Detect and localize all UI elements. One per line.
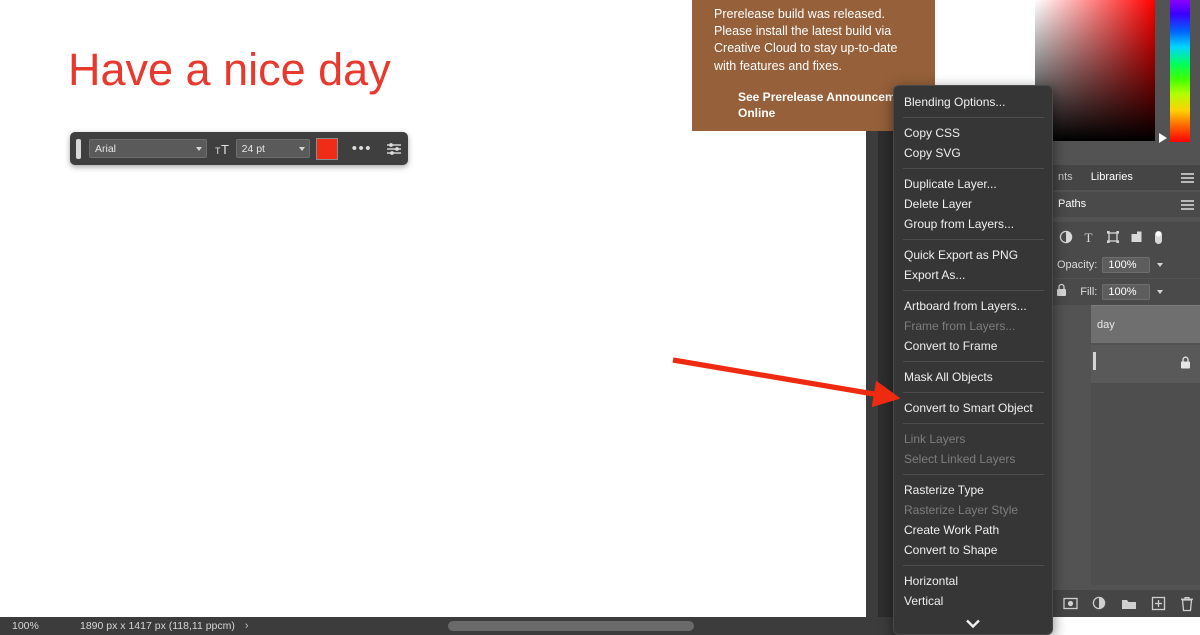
hud-drag-handle[interactable] — [76, 138, 81, 159]
document-dimensions: 1890 px x 1417 px (118,11 ppcm) — [80, 620, 235, 632]
menu-item-rasterize-layer-style: Rasterize Layer Style — [904, 503, 1019, 517]
chevron-down-icon[interactable] — [894, 612, 1052, 634]
opacity-row[interactable]: Opacity: 100% — [1049, 252, 1200, 278]
chevron-down-icon — [195, 146, 202, 151]
chevron-down-icon[interactable] — [1157, 263, 1164, 267]
chevron-right-icon[interactable]: › — [245, 620, 249, 632]
new-layer-icon[interactable] — [1151, 596, 1166, 611]
horizontal-scrollbar-thumb[interactable] — [448, 621, 694, 631]
tab-paths[interactable]: Paths — [1049, 192, 1095, 217]
prerelease-body: Prerelease build was released. Please in… — [714, 7, 898, 73]
chevron-down-icon — [298, 146, 305, 151]
fill-label: Fill: — [1080, 286, 1098, 298]
menu-item-blending-options[interactable]: Blending Options... — [894, 92, 1052, 112]
opacity-value[interactable]: 100% — [1102, 257, 1151, 273]
menu-item-export-as[interactable]: Export As... — [894, 265, 1052, 285]
layer-filter-row[interactable]: T — [1049, 222, 1200, 252]
menu-item-artboard-from-layers[interactable]: Artboard from Layers... — [894, 296, 1052, 316]
menu-item-select-linked-layers: Select Linked Layers — [904, 452, 1016, 466]
new-group-icon[interactable] — [1121, 597, 1137, 611]
right-panel-column: nts Libraries Paths T Opacity: 100% Lock… — [1035, 0, 1200, 617]
layer-context-menu[interactable]: Blending Options... Copy CSS Copy SVG Dupli… — [893, 85, 1053, 635]
font-family-select[interactable]: Arial — [89, 139, 207, 158]
svg-text:T: T — [1085, 230, 1093, 244]
hue-slider-handle-icon[interactable] — [1159, 133, 1167, 143]
menu-separator — [903, 565, 1044, 566]
layer-mask-icon[interactable] — [1063, 596, 1078, 611]
panel-tabbar-top[interactable]: nts Libraries — [1049, 165, 1200, 190]
zoom-level[interactable]: 100% — [12, 620, 70, 632]
menu-item-convert-to-frame[interactable]: Convert to Frame — [894, 336, 1052, 356]
shape-icon[interactable] — [1106, 230, 1120, 244]
menu-separator — [903, 392, 1044, 393]
tab-libraries[interactable]: Libraries — [1082, 165, 1142, 190]
fill-value[interactable]: 100% — [1102, 284, 1151, 300]
adjustment-icon[interactable] — [1059, 230, 1073, 244]
layer-row[interactable]: day — [1091, 305, 1200, 343]
menu-item-horizontal[interactable]: Horizontal — [894, 571, 1052, 591]
layers-panel-footer[interactable] — [1049, 590, 1200, 617]
font-size-value: 24 pt — [241, 142, 265, 155]
menu-item-frame-from-layers: Frame from Layers... — [904, 319, 1016, 333]
lock-all-icon[interactable] — [1055, 283, 1068, 302]
menu-separator — [903, 239, 1044, 240]
text-color-swatch[interactable] — [315, 137, 338, 160]
layer-name: day — [1097, 318, 1115, 331]
panel-menu-icon[interactable] — [1181, 199, 1194, 210]
hue-slider[interactable] — [1170, 0, 1190, 142]
chevron-down-icon[interactable] — [1157, 290, 1164, 294]
text-tool-hud[interactable]: Arial T T 24 pt ••• — [70, 132, 408, 165]
layer-row[interactable] — [1091, 345, 1200, 383]
layer-thumbnail — [1093, 352, 1096, 370]
menu-item-delete-layer[interactable]: Delete Layer — [894, 194, 1052, 214]
type-icon[interactable]: T — [1083, 230, 1096, 244]
menu-item-mask-all-objects[interactable]: Mask All Objects — [894, 367, 1052, 387]
menu-item-copy-svg[interactable]: Copy SVG — [894, 143, 1052, 163]
font-size-icon-svg: T T — [215, 142, 229, 156]
fill-row[interactable]: Lock Fill: 100% — [1049, 279, 1200, 305]
adjustment-layer-icon[interactable] — [1092, 596, 1107, 611]
menu-item-link-layers: Link Layers — [904, 432, 966, 446]
svg-text:T: T — [221, 142, 229, 156]
menu-item-quick-export-as-png[interactable]: Quick Export as PNG — [894, 245, 1052, 265]
more-options-icon[interactable]: ••• — [352, 141, 372, 156]
menu-item-rasterize-type[interactable]: Rasterize Type — [894, 480, 1052, 500]
menu-item-copy-css[interactable]: Copy CSS — [894, 123, 1052, 143]
opacity-label: Opacity: — [1057, 259, 1098, 271]
menu-item-group-from-layers[interactable]: Group from Layers... — [894, 214, 1052, 234]
menu-separator — [903, 474, 1044, 475]
text-settings-icon[interactable] — [386, 142, 402, 156]
menu-separator — [903, 361, 1044, 362]
menu-item-vertical[interactable]: Vertical — [894, 591, 1052, 611]
delete-layer-icon[interactable] — [1180, 596, 1194, 612]
font-size-select[interactable]: 24 pt — [235, 139, 310, 158]
panel-tabbar-layers[interactable]: Paths — [1049, 192, 1200, 217]
menu-item-duplicate-layer[interactable]: Duplicate Layer... — [894, 174, 1052, 194]
menu-separator — [903, 168, 1044, 169]
menu-item-create-work-path[interactable]: Create Work Path — [894, 520, 1052, 540]
menu-separator — [903, 290, 1044, 291]
font-size-icon: T T — [215, 142, 232, 156]
menu-separator — [903, 117, 1044, 118]
lock-icon[interactable] — [1179, 356, 1192, 373]
menu-item-convert-to-shape[interactable]: Convert to Shape — [894, 540, 1052, 560]
color-picker-panel[interactable] — [1035, 0, 1200, 165]
panel-menu-icon[interactable] — [1181, 172, 1194, 183]
filter-toggle-icon[interactable] — [1153, 229, 1164, 245]
canvas-headline-text[interactable]: Have a nice day — [68, 44, 391, 96]
smart-object-icon[interactable] — [1130, 230, 1143, 244]
menu-separator — [903, 423, 1044, 424]
layers-list-empty-area[interactable] — [1091, 383, 1200, 585]
canvas-horizontal-scrollbar[interactable] — [398, 617, 938, 635]
font-family-value: Arial — [95, 142, 117, 155]
menu-item-convert-to-smart-object[interactable]: Convert to Smart Object — [894, 398, 1052, 418]
saturation-value-field[interactable] — [1035, 0, 1155, 141]
tab-adjustments[interactable]: nts — [1049, 165, 1082, 190]
